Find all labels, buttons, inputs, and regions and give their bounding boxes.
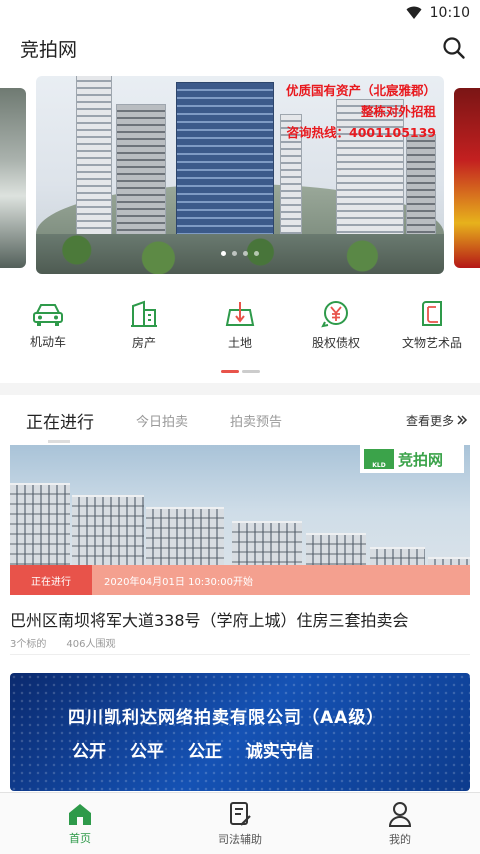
status-time: 10:10 <box>429 5 470 21</box>
category-label: 股权债权 <box>311 336 360 350</box>
auction-title: 巴州区南坝将军大道338号（学府上城）住房三套拍卖会 <box>10 611 409 630</box>
category-label: 房产 <box>131 336 156 350</box>
banner-slide[interactable]: 优质国有资产（北宸雅郡） 整栋对外招租 咨询热线：4001105139 <box>36 76 444 274</box>
category-property[interactable]: 房产 <box>100 300 188 350</box>
status-badge: 正在进行 <box>10 565 92 595</box>
land-icon <box>223 300 257 328</box>
view-more-label: 查看更多 <box>405 413 454 428</box>
auction-image: KLD 竞拍网 正在进行 2020年04月01日 10:30:00开始 <box>10 445 470 595</box>
wifi-icon <box>406 6 422 19</box>
banner-line-2: 整栋对外招租 <box>360 104 436 119</box>
bottom-nav: 首页 司法辅助 我的 <box>0 792 480 854</box>
yuan-icon <box>319 300 353 328</box>
view-more-link[interactable]: 查看更多 <box>406 412 468 429</box>
app-title: 竞拍网 <box>20 38 78 61</box>
nav-label: 司法辅助 <box>218 832 262 846</box>
auction-logo: KLD 竞拍网 <box>360 445 464 473</box>
nav-profile[interactable]: 我的 <box>320 793 480 854</box>
app-bar: 竞拍网 <box>0 26 480 70</box>
auction-tabs: 正在进行 今日拍卖 拍卖预告 查看更多 <box>0 395 480 445</box>
artwork-icon <box>415 300 449 328</box>
nav-label: 首页 <box>69 831 91 845</box>
banner-text: 优质国有资产（北宸雅郡） 整栋对外招租 咨询热线：4001105139 <box>286 80 436 143</box>
auction-status-row: 正在进行 2020年04月01日 10:30:00开始 <box>10 565 470 595</box>
category-land[interactable]: 土地 <box>196 300 284 350</box>
search-icon <box>443 37 465 59</box>
banner-next-slide[interactable] <box>454 88 480 268</box>
promo-line-1: 四川凯利达网络拍卖有限公司（AA级） <box>68 708 385 728</box>
double-chevron-right-icon <box>457 415 468 425</box>
status-bar: 10:10 <box>0 0 480 26</box>
app-screen: 10:10 竞拍网 优质国有资产（北宸雅郡） 整栋对外招租 咨询热线：40011… <box>0 0 480 854</box>
category-equity[interactable]: 股权债权 <box>292 300 380 350</box>
document-icon <box>230 801 251 826</box>
category-artwork[interactable]: 文物艺术品 <box>388 300 476 350</box>
section-divider <box>0 383 480 395</box>
nav-label: 我的 <box>389 832 411 846</box>
banner-prev-slide[interactable] <box>0 88 26 268</box>
nav-judicial[interactable]: 司法辅助 <box>160 793 320 854</box>
car-icon <box>31 300 65 327</box>
user-icon <box>388 801 412 827</box>
category-row: 机动车 房产 土地 股权债权 文物艺术品 <box>0 286 480 350</box>
viewer-count: 406人围观 <box>66 639 116 650</box>
auction-meta: 3个标的 406人围观 <box>10 635 470 655</box>
carousel-dots <box>221 251 259 256</box>
nav-home[interactable]: 首页 <box>0 793 160 854</box>
logo-text: 竞拍网 <box>398 450 444 469</box>
auction-card[interactable]: KLD 竞拍网 正在进行 2020年04月01日 10:30:00开始 巴州区南… <box>10 445 470 655</box>
category-label: 文物艺术品 <box>401 336 462 350</box>
banner-line-3: 咨询热线：4001105139 <box>286 125 436 140</box>
banner-line-1: 优质国有资产（北宸雅郡） <box>285 83 436 98</box>
promo-line-2: 公开 公平 公正 诚实守信 <box>72 742 314 762</box>
tab-ongoing[interactable]: 正在进行 <box>26 408 94 443</box>
category-page-indicator <box>0 370 480 373</box>
building-icon <box>127 300 161 328</box>
tab-preview[interactable]: 拍卖预告 <box>230 411 282 430</box>
search-button[interactable] <box>440 34 468 62</box>
promo-banner[interactable]: 四川凯利达网络拍卖有限公司（AA级） 公开 公平 公正 诚实守信 <box>10 673 470 791</box>
lot-count: 3个标的 <box>10 639 47 650</box>
home-icon <box>69 803 91 825</box>
category-label: 土地 <box>227 336 252 350</box>
category-label: 机动车 <box>29 335 66 349</box>
category-vehicle[interactable]: 机动车 <box>4 300 92 350</box>
start-time: 2020年04月01日 10:30:00开始 <box>104 576 253 588</box>
banner-carousel[interactable]: 优质国有资产（北宸雅郡） 整栋对外招租 咨询热线：4001105139 <box>0 76 480 286</box>
logo-badge: KLD <box>364 449 394 469</box>
tab-today[interactable]: 今日拍卖 <box>136 411 188 430</box>
